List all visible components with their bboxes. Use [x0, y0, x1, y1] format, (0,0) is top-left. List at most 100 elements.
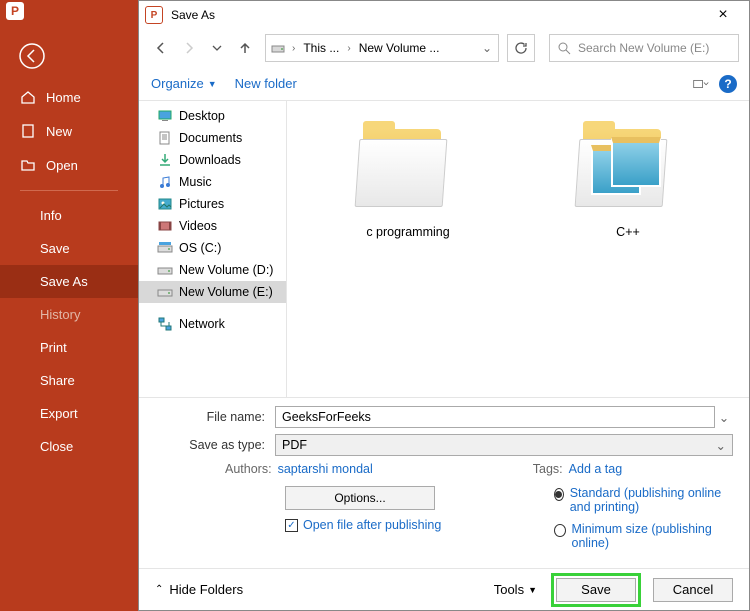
powerpoint-backstage-sidebar: P Home New Open Info Save Save As Histor…	[0, 0, 138, 611]
drive-icon	[157, 284, 173, 300]
dialog-footer: ⌃ Hide Folders Tools ▼ Save Cancel	[139, 568, 749, 610]
folder-icon	[573, 117, 683, 217]
tools-menu[interactable]: Tools ▼	[494, 582, 537, 597]
tree-item-drive-e[interactable]: New Volume (E:)	[139, 281, 286, 303]
sidebar-item-save-as[interactable]: Save As	[0, 265, 138, 298]
nav-up-button[interactable]	[233, 36, 257, 60]
sidebar-label: New	[46, 124, 72, 139]
view-options-button[interactable]	[693, 76, 709, 92]
address-bar[interactable]: › This ... › New Volume ... ⌄	[265, 34, 499, 62]
command-bar: Organize ▼ New folder ?	[139, 67, 749, 101]
chevron-up-icon: ⌃	[155, 584, 163, 595]
new-icon	[20, 123, 36, 139]
hide-folders-button[interactable]: ⌃ Hide Folders	[155, 582, 243, 597]
save-button[interactable]: Save	[556, 578, 636, 602]
nav-back-button[interactable]	[149, 36, 173, 60]
drive-icon	[157, 240, 173, 256]
radio-minimum-label[interactable]: Minimum size (publishing online)	[572, 522, 734, 550]
organize-menu[interactable]: Organize ▼	[151, 76, 217, 91]
radio-standard[interactable]	[554, 488, 564, 501]
search-input[interactable]: Search New Volume (E:)	[549, 34, 739, 62]
help-button[interactable]: ?	[719, 75, 737, 93]
download-icon	[157, 152, 173, 168]
folder-item[interactable]: C++	[553, 117, 703, 239]
powerpoint-icon: P	[145, 6, 163, 24]
tree-item-drive-c[interactable]: OS (C:)	[139, 237, 286, 259]
authors-value[interactable]: saptarshi mondal	[278, 462, 373, 476]
desktop-icon	[157, 108, 173, 124]
tree-item-drive-d[interactable]: New Volume (D:)	[139, 259, 286, 281]
open-after-checkbox[interactable]: ✓	[285, 519, 298, 532]
tree-item-videos[interactable]: Videos	[139, 215, 286, 237]
type-select[interactable]: PDF⌄	[275, 434, 733, 456]
radio-minimum[interactable]	[554, 524, 566, 537]
sidebar-item-history[interactable]: History	[0, 298, 138, 331]
breadcrumb-seg[interactable]: New Volume ...	[353, 41, 446, 55]
sidebar-item-close[interactable]: Close	[0, 430, 138, 463]
chevron-right-icon[interactable]: ›	[290, 43, 297, 54]
tree-item-music[interactable]: Music	[139, 171, 286, 193]
tags-label: Tags:	[533, 462, 563, 476]
nav-tree: Desktop Documents Downloads Music Pictur…	[139, 101, 287, 397]
cancel-button[interactable]: Cancel	[653, 578, 733, 602]
tree-item-downloads[interactable]: Downloads	[139, 149, 286, 171]
sidebar-item-new[interactable]: New	[0, 114, 138, 148]
breadcrumb-seg[interactable]: This ...	[297, 41, 345, 55]
sidebar-label: Home	[46, 90, 81, 105]
sidebar-item-open[interactable]: Open	[0, 148, 138, 182]
nav-recent-dropdown[interactable]	[205, 36, 229, 60]
back-button[interactable]	[18, 42, 138, 70]
drive-icon	[157, 262, 173, 278]
folder-name: c programming	[333, 225, 483, 239]
dialog-title: Save As	[169, 8, 703, 22]
sidebar-label: Open	[46, 158, 78, 173]
search-icon	[556, 40, 572, 56]
refresh-button[interactable]	[507, 34, 535, 62]
dropdown-icon[interactable]: ⌄	[715, 410, 733, 425]
picture-icon	[157, 196, 173, 212]
radio-standard-label[interactable]: Standard (publishing online and printing…	[570, 486, 733, 514]
search-placeholder: Search New Volume (E:)	[578, 41, 709, 55]
nav-toolbar: › This ... › New Volume ... ⌄ Search New…	[139, 29, 749, 67]
drive-icon	[270, 40, 286, 56]
folder-item[interactable]: c programming	[333, 117, 483, 239]
chevron-down-icon: ▼	[528, 585, 537, 595]
app-icon: P	[0, 0, 138, 20]
close-button[interactable]: ×	[703, 6, 743, 24]
options-button[interactable]: Options...	[285, 486, 435, 510]
sidebar-item-save[interactable]: Save	[0, 232, 138, 265]
form-panel: File name: ⌄ Save as type: PDF⌄ Authors:…	[139, 397, 749, 568]
nav-forward-button[interactable]	[177, 36, 201, 60]
folder-name: C++	[553, 225, 703, 239]
save-highlight: Save	[551, 573, 641, 607]
filename-label: File name:	[155, 410, 275, 424]
filename-input[interactable]	[275, 406, 715, 428]
tree-item-documents[interactable]: Documents	[139, 127, 286, 149]
music-icon	[157, 174, 173, 190]
authors-label: Authors:	[225, 462, 272, 476]
chevron-right-icon[interactable]: ›	[345, 43, 352, 54]
sidebar-item-share[interactable]: Share	[0, 364, 138, 397]
type-label: Save as type:	[155, 438, 275, 452]
network-icon	[157, 316, 173, 332]
tree-item-desktop[interactable]: Desktop	[139, 105, 286, 127]
sidebar-item-home[interactable]: Home	[0, 80, 138, 114]
save-as-dialog: P Save As × › This ... › New Volume ... …	[138, 0, 750, 611]
chevron-down-icon: ▼	[208, 79, 217, 89]
tags-value[interactable]: Add a tag	[569, 462, 623, 476]
open-icon	[20, 157, 36, 173]
folder-icon	[353, 117, 463, 217]
open-after-label[interactable]: Open file after publishing	[303, 518, 441, 532]
sidebar-item-info[interactable]: Info	[0, 199, 138, 232]
new-folder-button[interactable]: New folder	[235, 76, 297, 91]
tree-item-network[interactable]: Network	[139, 313, 286, 335]
home-icon	[20, 89, 36, 105]
breadcrumb-dropdown[interactable]: ⌄	[476, 41, 498, 55]
file-list[interactable]: c programming C++	[287, 101, 749, 397]
tree-item-pictures[interactable]: Pictures	[139, 193, 286, 215]
sidebar-item-print[interactable]: Print	[0, 331, 138, 364]
dialog-titlebar: P Save As ×	[139, 1, 749, 29]
sidebar-item-export[interactable]: Export	[0, 397, 138, 430]
doc-icon	[157, 130, 173, 146]
video-icon	[157, 218, 173, 234]
